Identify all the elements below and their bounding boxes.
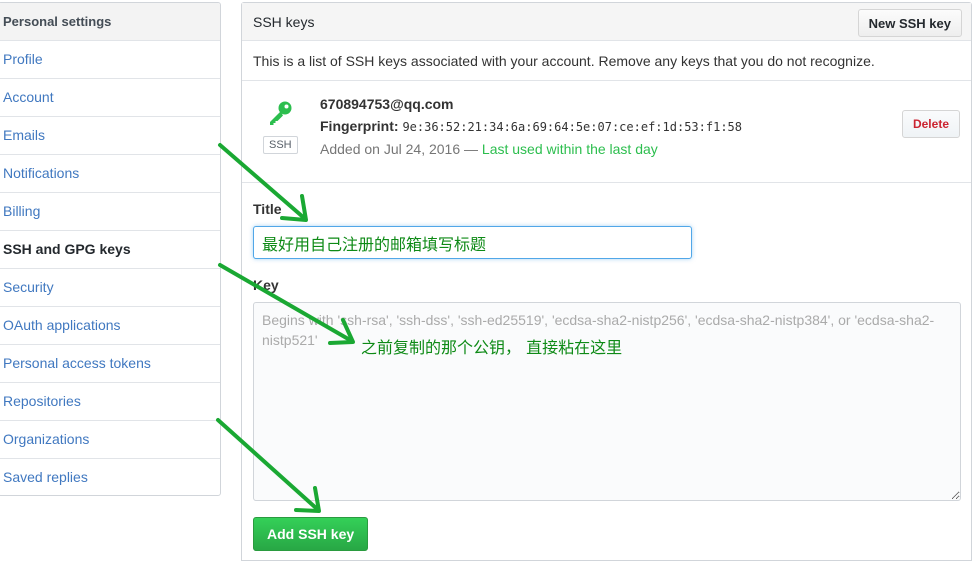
- key-icon: [270, 101, 292, 125]
- sidebar-item-organizations[interactable]: Organizations: [0, 421, 220, 459]
- ssh-key-row: SSH 670894753@qq.com Fingerprint: 9e:36:…: [242, 81, 971, 183]
- ssh-keys-panel: SSH keys New SSH key This is a list of S…: [241, 2, 972, 561]
- panel-title: SSH keys: [253, 14, 315, 30]
- key-textarea[interactable]: [253, 302, 961, 501]
- key-fingerprint: Fingerprint: 9e:36:52:21:34:6a:69:64:5e:…: [320, 118, 742, 134]
- key-annotation-note: 之前复制的那个公钥， 直接粘在这里: [361, 338, 623, 357]
- key-added-date: Added on Jul 24, 2016 —: [320, 141, 479, 157]
- sidebar-item-emails[interactable]: Emails: [0, 117, 220, 155]
- sidebar-item-security[interactable]: Security: [0, 269, 220, 307]
- fingerprint-label: Fingerprint:: [320, 118, 399, 134]
- settings-sidebar: Personal settings Profile Account Emails…: [0, 2, 221, 496]
- title-label: Title: [253, 201, 282, 217]
- sidebar-header: Personal settings: [0, 3, 220, 41]
- title-input[interactable]: [253, 226, 692, 259]
- delete-key-button[interactable]: Delete: [901, 110, 960, 138]
- key-added-info: Added on Jul 24, 2016 — Last used within…: [320, 141, 658, 157]
- new-ssh-key-button[interactable]: New SSH key: [857, 9, 962, 37]
- sidebar-item-account[interactable]: Account: [0, 79, 220, 117]
- sidebar-item-oauth-applications[interactable]: OAuth applications: [0, 307, 220, 345]
- sidebar-item-personal-access-tokens[interactable]: Personal access tokens: [0, 345, 220, 383]
- fingerprint-value: 9e:36:52:21:34:6a:69:64:5e:07:ce:ef:1d:5…: [402, 120, 742, 134]
- key-last-used: Last used within the last day: [481, 141, 658, 157]
- panel-description: This is a list of SSH keys associated wi…: [242, 41, 971, 81]
- panel-header: SSH keys New SSH key: [242, 3, 971, 41]
- add-ssh-key-button[interactable]: Add SSH key: [253, 517, 369, 551]
- sidebar-item-repositories[interactable]: Repositories: [0, 383, 220, 421]
- key-email: 670894753@qq.com: [320, 96, 454, 112]
- sidebar-item-notifications[interactable]: Notifications: [0, 155, 220, 193]
- sidebar-item-billing[interactable]: Billing: [0, 193, 220, 231]
- sidebar-item-ssh-gpg-keys[interactable]: SSH and GPG keys: [0, 231, 220, 269]
- ssh-badge: SSH: [263, 136, 298, 154]
- sidebar-item-profile[interactable]: Profile: [0, 41, 220, 79]
- key-label: Key: [253, 277, 279, 293]
- sidebar-item-saved-replies[interactable]: Saved replies: [0, 459, 220, 495]
